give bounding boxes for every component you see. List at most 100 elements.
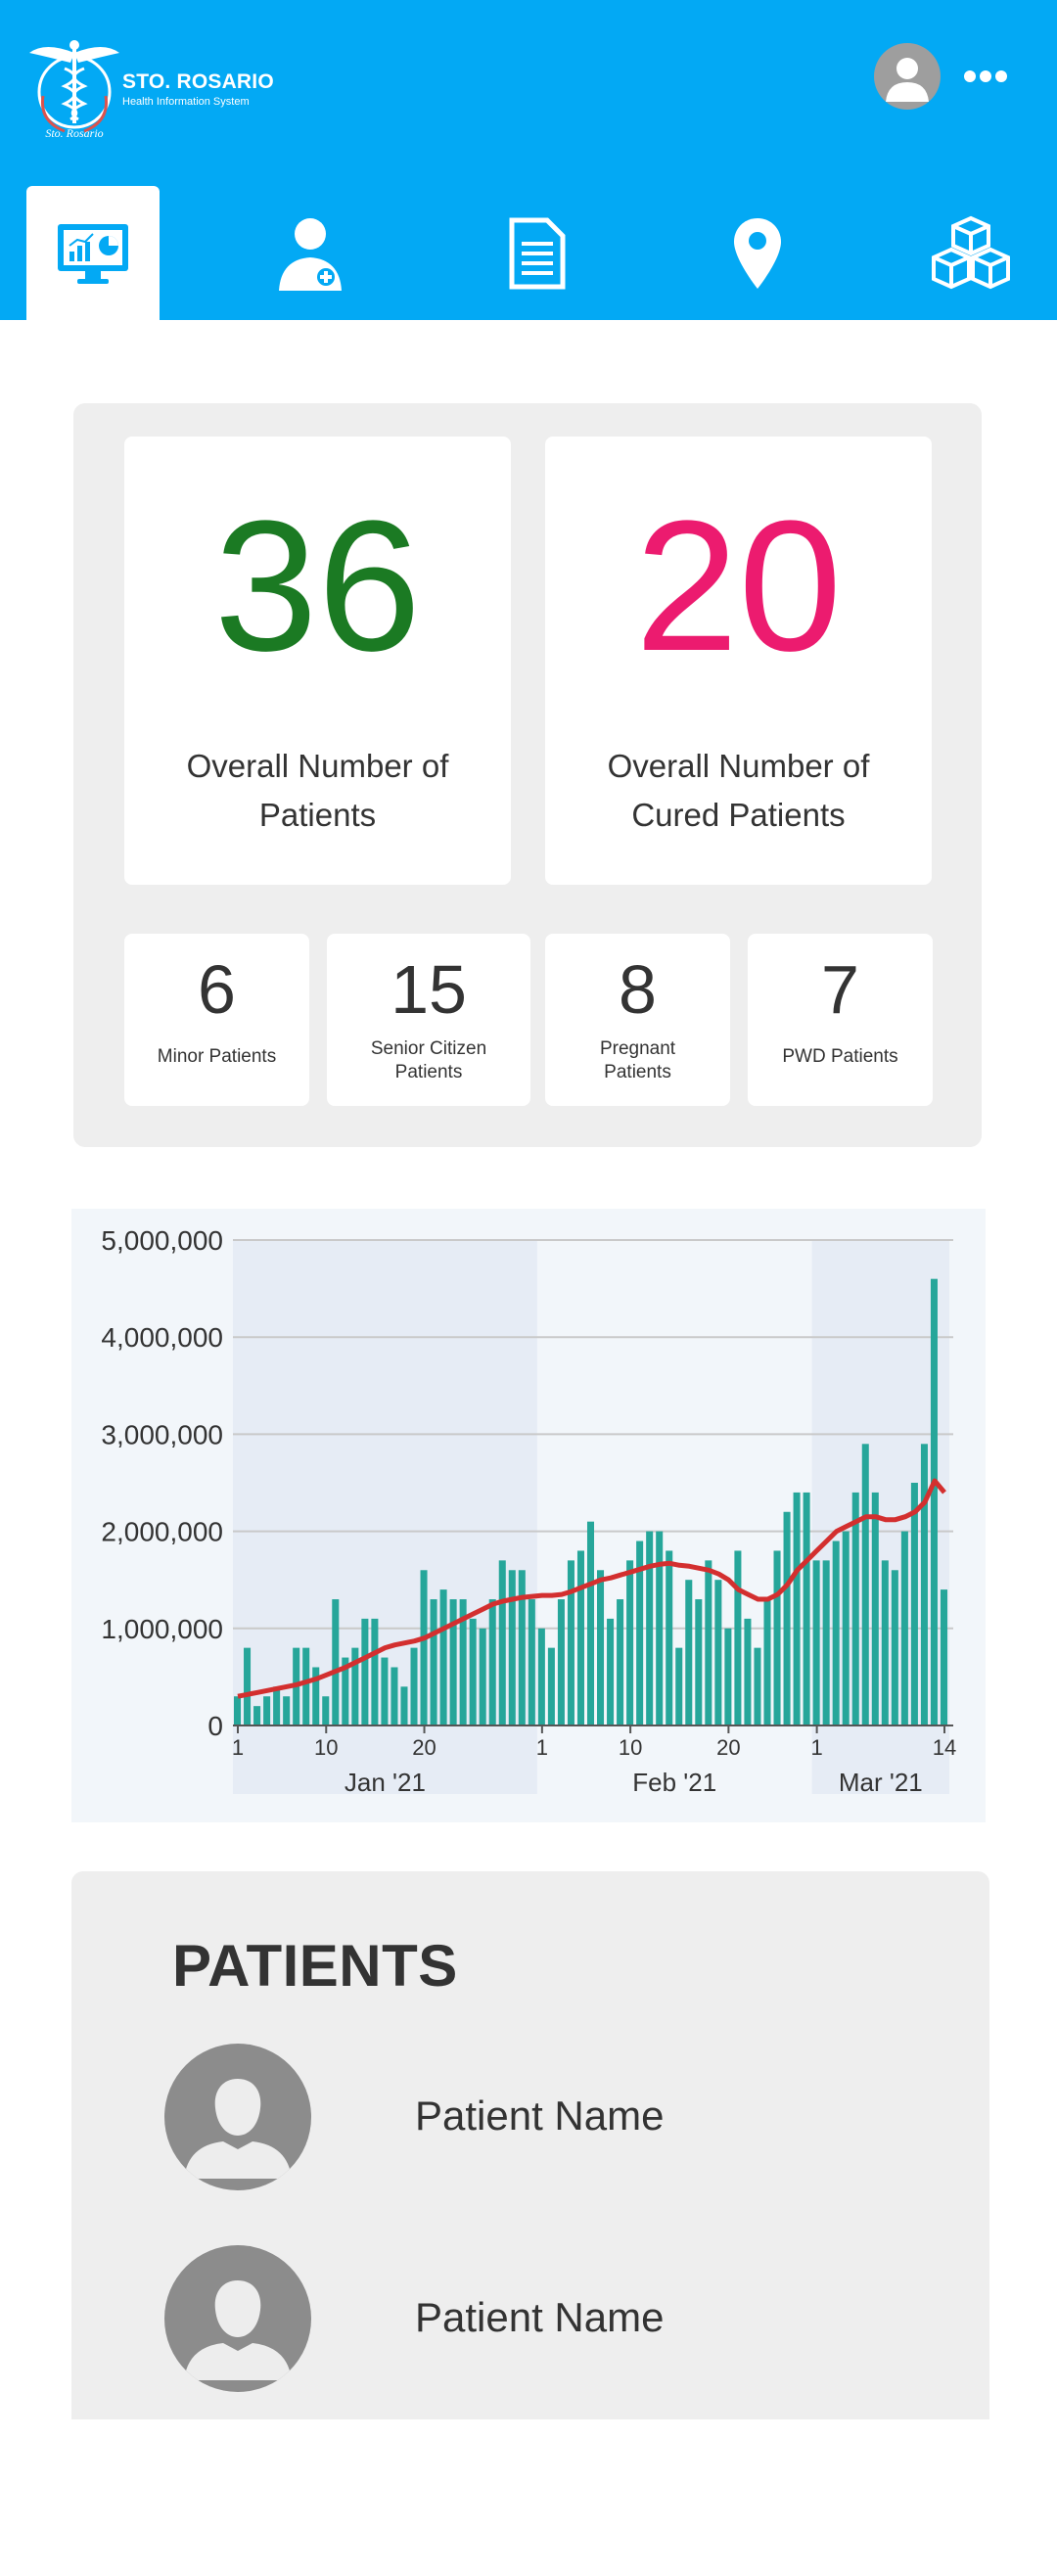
x-tick-label: 14 <box>933 1735 956 1760</box>
chart-bar <box>754 1647 761 1725</box>
cases-chart-svg: 0 1,000,000 2,000,000 3,000,000 4,000,000 5,0… <box>101 1225 956 1797</box>
chart-bar <box>891 1570 898 1725</box>
chart-bar <box>763 1599 771 1725</box>
chart-bar <box>576 1550 584 1725</box>
caduceus-logo-icon: Sto. Rosario <box>29 40 119 140</box>
chart-bar <box>420 1570 428 1725</box>
chart-bar <box>695 1599 703 1725</box>
chart-bar <box>714 1580 722 1725</box>
cured-patients-tile[interactable]: 20 Overall Number of Cured Patients <box>545 437 932 885</box>
nav-item-inventory[interactable] <box>904 186 1037 320</box>
user-avatar-icon[interactable] <box>874 43 941 110</box>
patient-list-item[interactable]: Patient Name <box>164 2245 908 2392</box>
dashboard-page: Sto. Rosario STO. ROSARIO Health Informa… <box>0 0 1057 2576</box>
minor-patients-label: Minor Patients <box>157 1046 277 1067</box>
senior-citizen-patients-tile[interactable]: 15 Senior Citizen Patients <box>327 934 530 1106</box>
nav-item-dashboard[interactable] <box>26 186 160 320</box>
chart-bar <box>812 1560 820 1725</box>
y-tick-label: 5,000,000 <box>101 1225 223 1256</box>
patient-name: Patient Name <box>415 2093 665 2139</box>
brand: STO. ROSARIO Health Information System <box>122 70 274 108</box>
pwd-patients-count: 7 <box>821 951 859 1028</box>
chart-bar <box>793 1492 801 1725</box>
x-tick-label: 10 <box>314 1735 338 1760</box>
y-tick-label: 0 <box>207 1711 223 1741</box>
patient-avatar-icon <box>164 2245 311 2392</box>
logo-text: Sto. Rosario <box>45 126 103 140</box>
chart-bar <box>244 1647 252 1725</box>
chart-bar <box>263 1696 271 1725</box>
chart-bar <box>391 1667 398 1725</box>
patient-name: Patient Name <box>415 2294 665 2340</box>
chart-bar <box>920 1444 928 1725</box>
chart-bar <box>371 1618 379 1725</box>
chart-bar <box>724 1628 732 1725</box>
chart-bar <box>910 1483 918 1725</box>
chart-bar <box>832 1541 840 1725</box>
app-header: Sto. Rosario STO. ROSARIO Health Informa… <box>0 0 1057 320</box>
chart-bar <box>861 1444 869 1725</box>
chart-bar <box>234 1696 242 1725</box>
pwd-patients-tile[interactable]: 7 PWD Patients <box>748 934 933 1106</box>
overall-patients-tile[interactable]: 36 Overall Number of Patients <box>124 437 511 885</box>
pregnant-patients-label: Pregnant Patients <box>599 1038 676 1082</box>
chart-bar <box>900 1531 908 1725</box>
y-tick-label: 3,000,000 <box>101 1419 223 1449</box>
chart-bar <box>586 1521 595 1725</box>
nav-item-locations[interactable] <box>691 186 824 320</box>
chart-bar <box>283 1696 291 1725</box>
nav-item-doctors[interactable] <box>244 186 377 320</box>
chart-bar <box>400 1686 408 1725</box>
chart-bar <box>617 1599 624 1725</box>
chart-bar <box>557 1599 565 1725</box>
chart-bar <box>666 1550 673 1725</box>
brand-subtitle: Health Information System <box>122 96 250 108</box>
chart-bar <box>273 1686 281 1725</box>
patients-title: PATIENTS <box>172 1933 458 1999</box>
x-tick-label: 10 <box>619 1735 642 1760</box>
chart-bar <box>734 1550 742 1725</box>
minor-patients-tile[interactable]: 6 Minor Patients <box>124 934 309 1106</box>
chart-bar <box>675 1647 683 1725</box>
chart-bar <box>597 1570 605 1725</box>
y-tick-label: 4,000,000 <box>101 1322 223 1353</box>
chart-bar <box>361 1618 369 1725</box>
chart-bar <box>881 1560 889 1725</box>
chart-bar <box>439 1589 447 1725</box>
month-label: Mar '21 <box>839 1768 923 1797</box>
chart-bar <box>537 1628 545 1725</box>
chart-bar <box>547 1647 555 1725</box>
x-tick-label: 20 <box>412 1735 436 1760</box>
patient-avatar-icon <box>164 2044 311 2190</box>
inventory-boxes-icon <box>932 215 1010 289</box>
month-label: Jan '21 <box>345 1768 426 1797</box>
chart-bar <box>656 1531 664 1725</box>
chart-bar <box>842 1531 850 1725</box>
chart-bar <box>508 1570 516 1725</box>
pregnant-patients-tile[interactable]: 8 Pregnant Patients <box>545 934 730 1106</box>
chart-bar <box>851 1492 859 1725</box>
chart-bar <box>302 1647 310 1725</box>
chart-bar <box>930 1278 938 1725</box>
senior-citizen-patients-count: 15 <box>391 951 467 1028</box>
chart-bar <box>567 1560 574 1725</box>
chart-bar <box>773 1550 781 1725</box>
chart-bar <box>822 1560 830 1725</box>
nav-item-records[interactable] <box>471 186 604 320</box>
doctor-icon <box>279 217 342 291</box>
cured-patients-count: 20 <box>634 483 843 690</box>
x-tick-label: 1 <box>811 1735 823 1760</box>
y-tick-label: 1,000,000 <box>101 1614 223 1644</box>
chart-bar <box>803 1492 810 1725</box>
x-tick-label: 1 <box>536 1735 548 1760</box>
more-horizontal-icon[interactable] <box>963 67 1008 86</box>
chart-bar <box>410 1647 418 1725</box>
chart-bar <box>626 1560 634 1725</box>
pwd-patients-label: PWD Patients <box>782 1046 898 1067</box>
senior-citizen-patients-label: Senior Citizen Patients <box>370 1038 487 1082</box>
y-tick-label: 2,000,000 <box>101 1517 223 1547</box>
chart-bar <box>528 1599 535 1725</box>
patient-list-item[interactable]: Patient Name <box>164 2044 908 2190</box>
document-icon <box>509 217 566 289</box>
chart-bar <box>498 1560 506 1725</box>
